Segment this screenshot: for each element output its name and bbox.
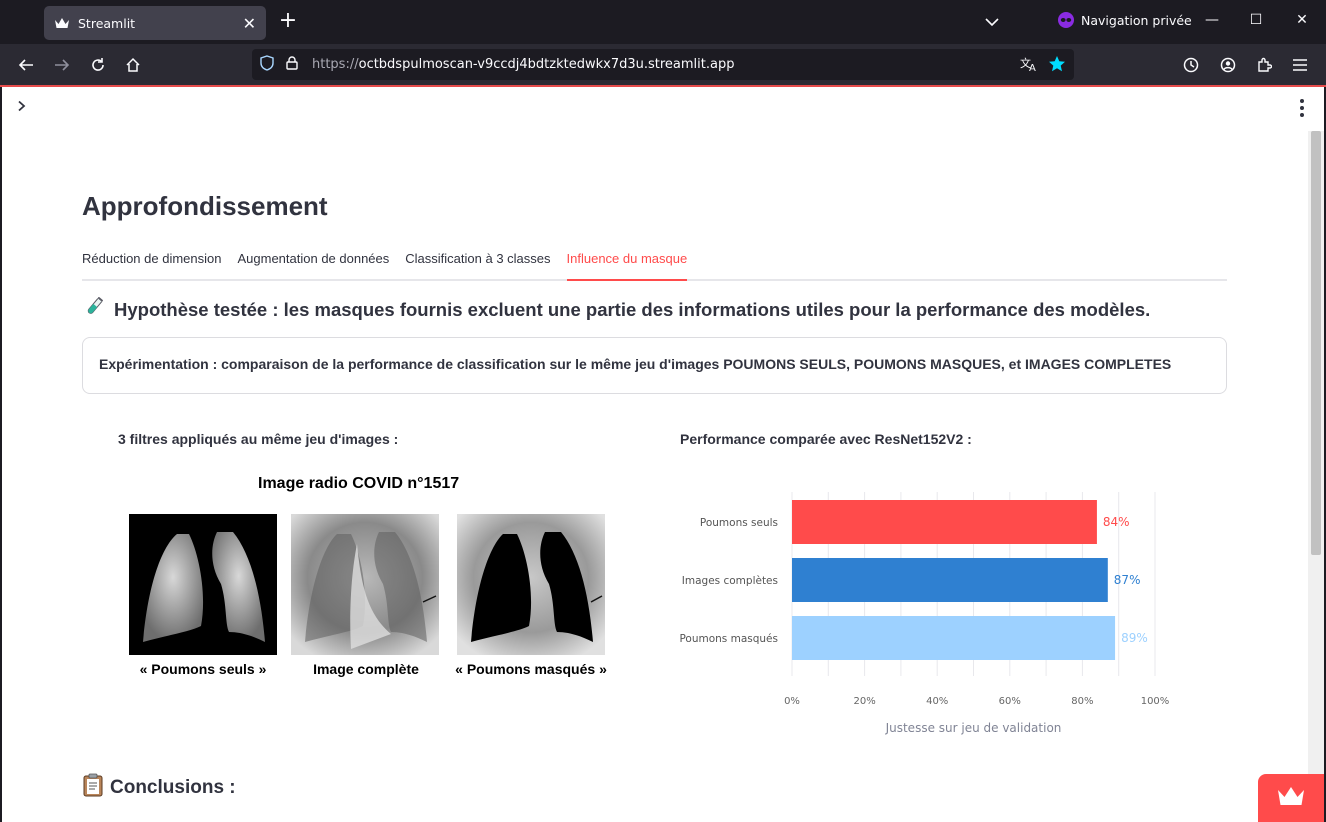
hypothesis-text: Hypothèse testée : les masques fournis e… (114, 298, 1151, 320)
xray-label-lungs-only: « Poumons seuls » (139, 661, 267, 677)
new-tab-button[interactable]: + (276, 10, 300, 34)
x-axis-label: Justesse sur jeu de validation (885, 721, 1062, 735)
close-window-button[interactable]: ✕ (1292, 12, 1312, 32)
x-tick-label: 100% (1141, 696, 1170, 707)
bookmark-star-icon[interactable] (1048, 55, 1066, 77)
x-tick-label: 60% (999, 696, 1021, 707)
tab-influence-masque[interactable]: Influence du masque (566, 243, 688, 281)
performance-bar-chart: Poumons seuls 84% Images complètes 87% Poumo… (662, 482, 1202, 742)
maximize-button[interactable]: ☐ (1246, 12, 1266, 32)
test-tube-icon (82, 295, 106, 324)
xray-label-masked-lungs: « Poumons masqués » (455, 661, 607, 677)
shield-icon[interactable] (260, 54, 274, 75)
private-mask-icon (1058, 12, 1074, 28)
private-browsing-indicator: Navigation privée (1058, 12, 1192, 28)
bar (792, 500, 1097, 544)
performance-chart-svg: Poumons seuls 84% Images complètes 87% Poumo… (679, 492, 1170, 735)
url-text[interactable]: https://octbdspulmoscan-v9ccdj4bdtzktedw… (312, 57, 734, 72)
value-label: 84% (1103, 515, 1130, 529)
private-label: Navigation privée (1081, 12, 1192, 28)
x-tick-label: 0% (784, 696, 800, 707)
conclusions-text: Conclusions : (110, 777, 236, 798)
x-tick-label: 40% (926, 696, 948, 707)
url-bar[interactable]: https://octbdspulmoscan-v9ccdj4bdtzktedw… (252, 49, 1074, 80)
close-tab-icon[interactable]: ✕ (243, 14, 256, 33)
xray-lungs-only (129, 514, 277, 655)
streamlit-crown-icon (1278, 787, 1304, 809)
streamlit-page: Approfondissement Réduction de dimension… (2, 87, 1324, 822)
sidebar-expand-chevron-icon[interactable] (16, 99, 32, 115)
browser-tabbar: Streamlit ✕ + Navigation privée — ☐ ✕ (0, 0, 1326, 44)
tab-reduction-dimension[interactable]: Réduction de dimension (82, 243, 221, 281)
extensions-puzzle-icon[interactable] (1253, 54, 1275, 76)
minimize-button[interactable]: — (1202, 12, 1222, 32)
xray-image-title: Image radio COVID n°1517 (258, 475, 460, 492)
page-title: Approfondissement (82, 191, 328, 221)
home-icon[interactable] (122, 54, 144, 76)
hamburger-menu-icon[interactable] (1289, 54, 1311, 76)
left-column-title: 3 filtres appliqués au même jeu d'images… (118, 431, 399, 447)
url-protocol: https:// (312, 57, 359, 72)
bar (792, 616, 1116, 660)
right-column-title: Performance comparée avec ResNet152V2 : (680, 431, 972, 447)
category-label: Poumons seuls (700, 517, 778, 529)
account-icon[interactable] (1217, 54, 1239, 76)
xray-label-full-image: Image complète (313, 661, 419, 677)
reload-icon[interactable] (87, 54, 109, 76)
browser-tab[interactable]: Streamlit ✕ (44, 6, 266, 40)
tab-classification-3-classes[interactable]: Classification à 3 classes (405, 243, 550, 281)
streamlit-badge-button[interactable] (1258, 774, 1324, 822)
hypothesis-heading: Hypothèse testée : les masques fournis e… (82, 295, 1150, 324)
tab-bar: Réduction de dimension Augmentation de d… (82, 243, 1227, 281)
history-clock-icon[interactable] (1180, 54, 1202, 76)
value-label: 87% (1114, 573, 1141, 587)
conclusions-heading: Conclusions : (82, 773, 236, 803)
back-arrow-icon[interactable] (15, 54, 37, 76)
category-label: Poumons masqués (679, 633, 778, 645)
page-scrollbar[interactable] (1308, 131, 1324, 822)
svg-text:A: A (1029, 63, 1036, 72)
bar (792, 558, 1108, 602)
category-label: Images complètes (682, 575, 778, 587)
tab-augmentation-donnees[interactable]: Augmentation de données (237, 243, 389, 281)
xray-full-image (291, 514, 439, 655)
url-host: octbdspulmoscan-v9ccdj4bdtzktedwkx7d3u.s… (358, 57, 735, 72)
list-tabs-chevron-icon[interactable] (982, 12, 1002, 32)
main-menu-kebab-icon[interactable] (1294, 99, 1310, 117)
value-label: 89% (1121, 631, 1148, 645)
streamlit-crown-icon (54, 15, 70, 31)
lock-icon[interactable] (286, 55, 298, 74)
experiment-box: Expérimentation : comparaison de la perf… (82, 337, 1227, 394)
x-tick-label: 80% (1071, 696, 1093, 707)
forward-arrow-icon[interactable] (51, 54, 73, 76)
xray-comparison-image: Image radio COVID n°1517 « Poumons seuls… (120, 467, 616, 687)
scrollbar-thumb[interactable] (1311, 131, 1321, 555)
translate-icon[interactable]: 文A (1020, 56, 1038, 76)
x-tick-label: 20% (853, 696, 875, 707)
clipboard-icon (82, 773, 104, 803)
browser-navbar: https://octbdspulmoscan-v9ccdj4bdtzktedw… (0, 44, 1326, 85)
tab-title: Streamlit (78, 15, 136, 31)
xray-masked-lungs (457, 514, 605, 655)
